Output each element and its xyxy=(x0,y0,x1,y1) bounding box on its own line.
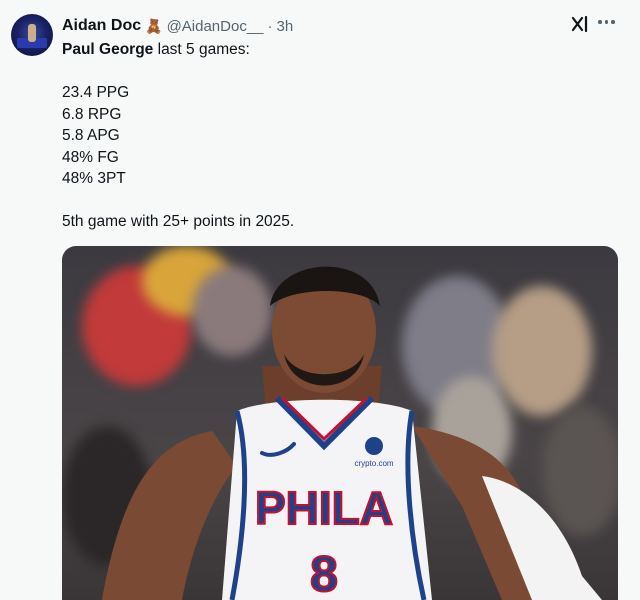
lead-rest: last 5 games: xyxy=(153,41,250,58)
tweet-lead-line: Paul George last 5 games: xyxy=(62,39,622,61)
more-options-icon[interactable] xyxy=(598,20,615,24)
timestamp[interactable]: 3h xyxy=(277,18,294,35)
stat-3pt: 48% 3PT xyxy=(62,170,126,187)
tweet-text: Paul George last 5 games: 23.4 PPG 6.8 R… xyxy=(62,39,622,233)
stat-apg: 5.8 APG xyxy=(62,127,120,144)
tweet[interactable]: Aidan Doc 🧸 @AidanDoc__ · 3h Paul George… xyxy=(0,0,640,600)
jersey-number: 8 xyxy=(310,546,338,600)
jersey-text: PHILA xyxy=(255,482,393,534)
sponsor-patch: crypto.com xyxy=(354,459,393,468)
avatar[interactable] xyxy=(11,14,53,56)
stat-ppg: 23.4 PPG xyxy=(62,84,130,101)
author-name[interactable]: Aidan Doc xyxy=(62,17,141,35)
tweet-header: Aidan Doc 🧸 @AidanDoc__ · 3h xyxy=(62,15,293,37)
author-handle[interactable]: @AidanDoc__ xyxy=(167,18,264,35)
closing-line: 5th game with 25+ points in 2025. xyxy=(62,213,295,230)
grok-icon[interactable] xyxy=(570,14,590,34)
mention-name: Paul George xyxy=(62,41,154,58)
separator-dot: · xyxy=(267,17,273,35)
stat-fg: 48% FG xyxy=(62,148,119,166)
player-illustration: crypto.com PHILA 8 xyxy=(102,266,602,600)
teddy-bear-emoji: 🧸 xyxy=(145,17,163,34)
stat-rpg: 6.8 RPG xyxy=(62,105,122,123)
tweet-photo[interactable]: crypto.com PHILA 8 xyxy=(62,246,618,600)
avatar-figure xyxy=(28,24,36,42)
